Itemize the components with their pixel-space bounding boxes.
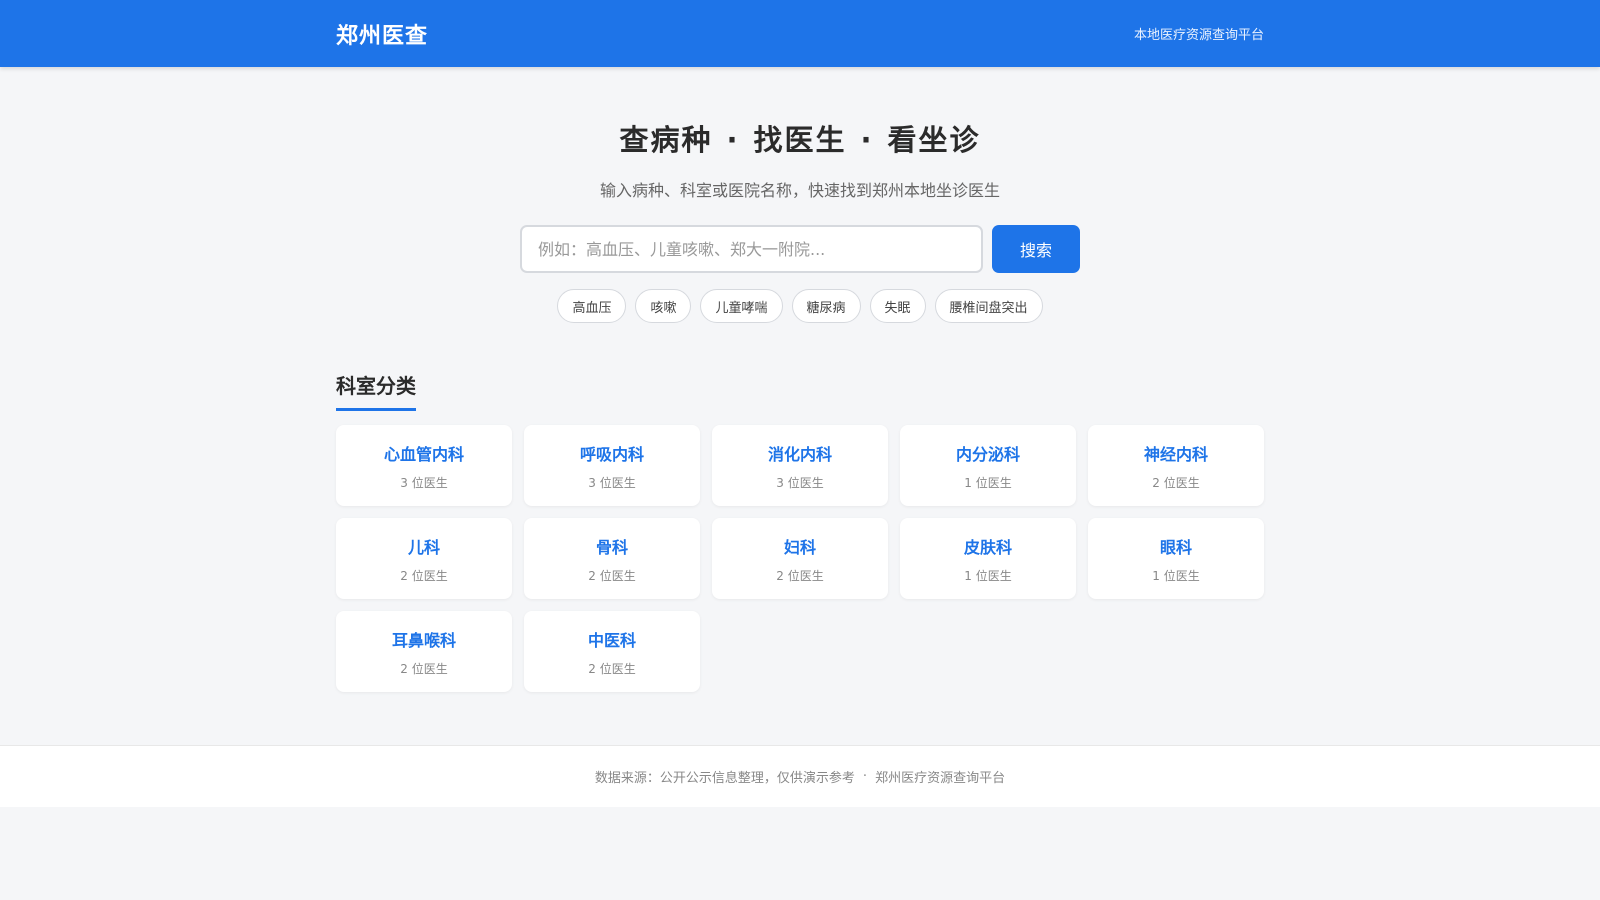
section-title: 科室分类 xyxy=(336,370,416,411)
quick-tag-child-asthma[interactable]: 儿童哮喘 xyxy=(700,289,783,323)
search-button[interactable]: 搜索 xyxy=(992,225,1080,273)
hero-title-part: 看坐诊 xyxy=(887,123,981,157)
department-card[interactable]: 消化内科 3 位医生 xyxy=(712,425,888,506)
doctor-count: 2 位医生 xyxy=(1152,475,1200,490)
department-card[interactable]: 皮肤科 1 位医生 xyxy=(900,518,1076,599)
department-name: 儿科 xyxy=(407,537,440,557)
department-name: 呼吸内科 xyxy=(579,444,644,464)
doctor-count: 1 位医生 xyxy=(964,475,1012,490)
doctor-count: 3 位医生 xyxy=(776,475,824,490)
quick-tag-insomnia[interactable]: 失眠 xyxy=(869,289,926,323)
footer-separator: · xyxy=(862,769,868,784)
quick-tag-lumbar-disc[interactable]: 腰椎间盘突出 xyxy=(934,289,1043,323)
page-footer: 数据来源：公开公示信息整理，仅供演示参考 · 郑州医疗资源查询平台 xyxy=(0,745,1600,807)
department-name: 耳鼻喉科 xyxy=(391,630,456,650)
department-card[interactable]: 儿科 2 位医生 xyxy=(336,518,512,599)
department-section: 科室分类 心血管内科 3 位医生 呼吸内科 3 位医生 消化内科 3 位医生 内… xyxy=(336,370,1264,692)
department-name: 中医科 xyxy=(587,630,636,650)
department-name: 内分泌科 xyxy=(955,444,1020,464)
quick-tags: 高血压 咳嗽 儿童哮喘 糖尿病 失眠 腰椎间盘突出 xyxy=(0,289,1600,323)
hero-title-separator: · xyxy=(860,123,874,157)
doctor-count: 2 位医生 xyxy=(400,661,448,676)
department-card[interactable]: 妇科 2 位医生 xyxy=(712,518,888,599)
department-card[interactable]: 骨科 2 位医生 xyxy=(524,518,700,599)
search-input[interactable] xyxy=(520,225,983,273)
doctor-count: 1 位医生 xyxy=(1152,568,1200,583)
top-navbar: 郑州医查 本地医疗资源查询平台 xyxy=(0,0,1600,67)
department-name: 眼科 xyxy=(1159,537,1192,557)
search-bar: 搜索 xyxy=(520,225,1080,273)
department-grid: 心血管内科 3 位医生 呼吸内科 3 位医生 消化内科 3 位医生 内分泌科 1… xyxy=(336,425,1264,692)
department-name: 妇科 xyxy=(783,537,816,557)
department-name: 神经内科 xyxy=(1143,444,1208,464)
footer-source: 数据来源：公开公示信息整理，仅供演示参考 xyxy=(594,771,855,786)
doctor-count: 2 位医生 xyxy=(588,661,636,676)
department-name: 皮肤科 xyxy=(963,537,1012,557)
department-card[interactable]: 耳鼻喉科 2 位医生 xyxy=(336,611,512,692)
hero-section: 查病种 · 找医生 · 看坐诊 输入病种、科室或医院名称，快速找到郑州本地坐诊医生 搜索… xyxy=(0,67,1600,323)
doctor-count: 3 位医生 xyxy=(588,475,636,490)
doctor-count: 1 位医生 xyxy=(964,568,1012,583)
doctor-count: 2 位医生 xyxy=(588,568,636,583)
hero-title-part: 查病种 xyxy=(619,123,713,157)
department-card[interactable]: 内分泌科 1 位医生 xyxy=(900,425,1076,506)
quick-tag-hypertension[interactable]: 高血压 xyxy=(557,289,627,323)
doctor-count: 2 位医生 xyxy=(400,568,448,583)
department-name: 心血管内科 xyxy=(383,444,464,464)
department-card[interactable]: 眼科 1 位医生 xyxy=(1088,518,1264,599)
topbar-inner: 郑州医查 本地医疗资源查询平台 xyxy=(336,0,1264,67)
hero-subtitle: 输入病种、科室或医院名称，快速找到郑州本地坐诊医生 xyxy=(599,181,1000,200)
header-tagline: 本地医疗资源查询平台 xyxy=(1133,28,1264,43)
hero-title: 查病种 · 找医生 · 看坐诊 xyxy=(0,117,1600,159)
department-card[interactable]: 心血管内科 3 位医生 xyxy=(336,425,512,506)
brand-logo[interactable]: 郑州医查 xyxy=(336,18,428,50)
department-card[interactable]: 神经内科 2 位医生 xyxy=(1088,425,1264,506)
department-name: 骨科 xyxy=(595,537,628,557)
footer-platform: 郑州医疗资源查询平台 xyxy=(875,771,1006,786)
hero-title-part: 找医生 xyxy=(753,123,847,157)
quick-tag-cough[interactable]: 咳嗽 xyxy=(635,289,692,323)
department-card[interactable]: 呼吸内科 3 位医生 xyxy=(524,425,700,506)
hero-title-separator: · xyxy=(726,123,740,157)
doctor-count: 3 位医生 xyxy=(400,475,448,490)
department-card[interactable]: 中医科 2 位医生 xyxy=(524,611,700,692)
department-name: 消化内科 xyxy=(767,444,832,464)
doctor-count: 2 位医生 xyxy=(776,568,824,583)
quick-tag-diabetes[interactable]: 糖尿病 xyxy=(791,289,861,323)
